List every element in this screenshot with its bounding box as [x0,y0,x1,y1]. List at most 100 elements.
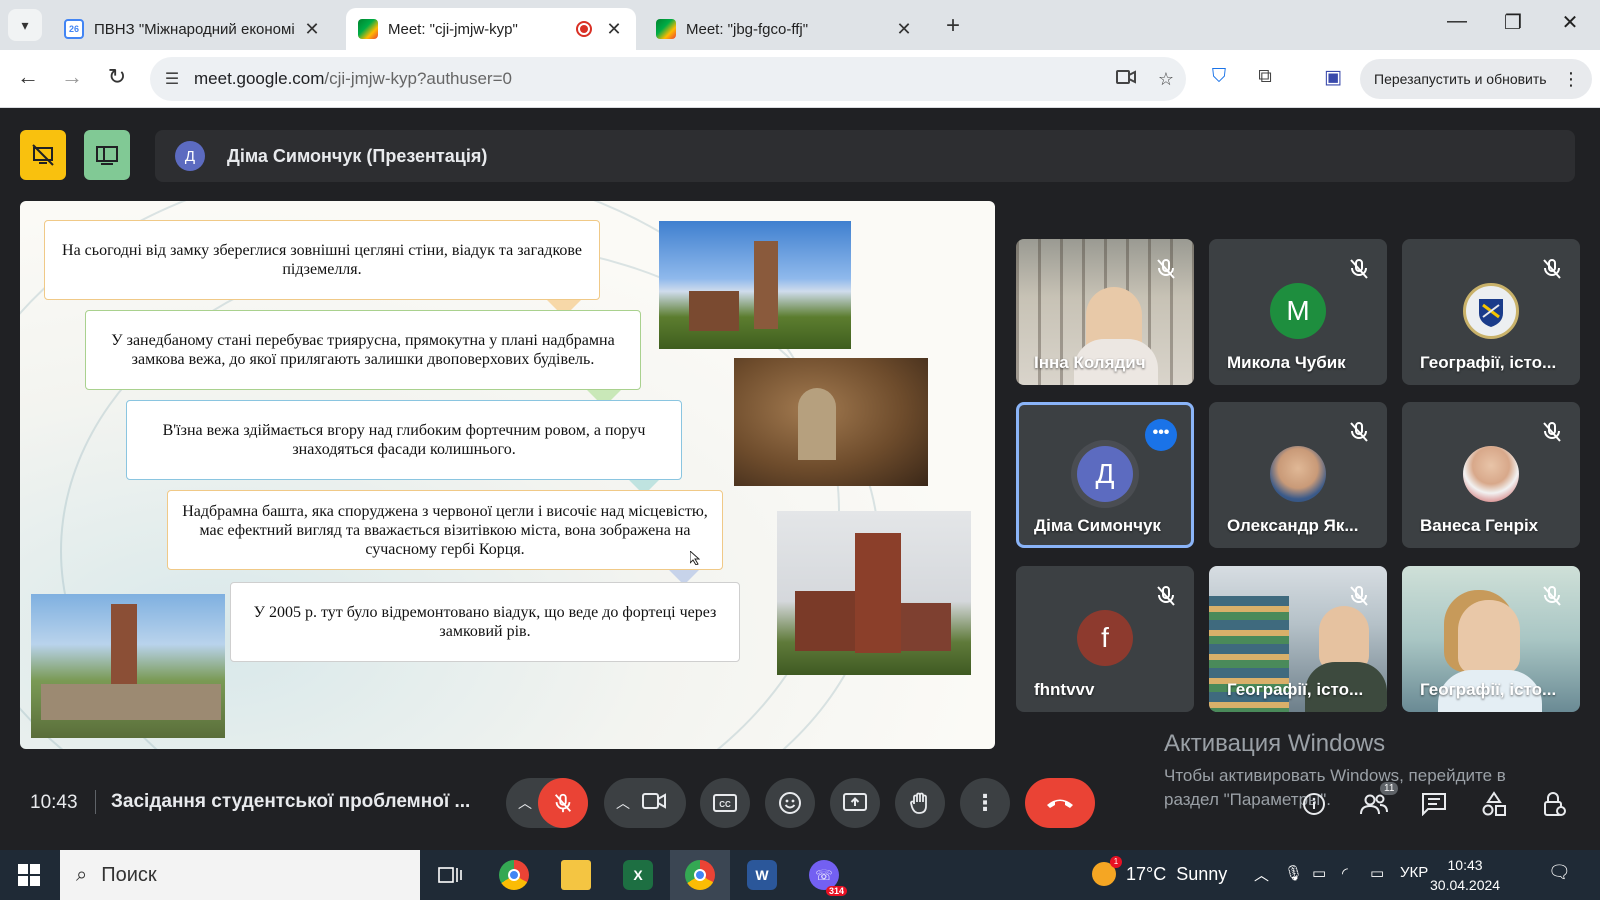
more-options-icon[interactable]: ••• [1145,419,1177,451]
presenter-avatar: Д [175,141,205,171]
participant-name: Географії, істо... [1227,680,1364,699]
clock-date: 30.04.2024 [1430,877,1501,893]
participant-name: Інна Колядич [1034,353,1146,372]
camera-toggle-button[interactable] [642,791,666,816]
emoji-icon [779,792,801,814]
network-tray-icon[interactable]: ▭ [1312,864,1326,882]
participant-tile[interactable]: Ванеса Генріх [1402,402,1580,548]
participant-tile-active[interactable]: Д ••• Діма Симончук [1016,402,1194,548]
tray-chevron-icon[interactable]: ︿ [1254,864,1269,885]
people-count-badge: 11 [1380,782,1399,795]
profile-icon[interactable]: ▣ [1318,66,1348,89]
participant-tile[interactable]: Географії, істо... [1402,566,1580,712]
viber-icon[interactable]: ☏ 314 [794,850,854,900]
tab-search-chevron-icon[interactable]: ▾ [8,9,42,41]
url-host: meet.google.com [194,69,325,88]
restore-icon[interactable]: ❐ [1490,10,1536,35]
present-screen-button[interactable] [830,778,880,828]
relaunch-update-button[interactable]: Перезапустить и обновить ⋮ [1360,59,1592,99]
presenter-label: Діма Симончук (Презентація) [227,145,488,166]
back-icon[interactable]: ← [13,64,43,90]
forward-icon[interactable]: → [57,64,87,90]
tab-calendar[interactable]: 26 ПВНЗ "Міжнародний економі ✕ [52,8,334,50]
bookmark-star-icon[interactable]: ☆ [1146,69,1186,90]
window-close-icon[interactable]: ✕ [1547,10,1593,35]
participant-name: Микола Чубик [1227,353,1346,372]
castle-tower-photo-2 [777,511,971,675]
chrome-profile-taskbar-icon[interactable] [484,850,544,900]
word-icon[interactable]: W [732,850,792,900]
meet-control-bar: 10:43 Засідання студентської проблемної … [0,750,1600,850]
castle-tower-photo-1 [659,221,851,349]
participant-tile[interactable]: Географії, істо... [1209,566,1387,712]
mic-off-icon [1543,259,1561,279]
excel-icon[interactable]: X [608,850,668,900]
slide-text-box-1: На сьогодні від замку збереглися зовнішн… [44,220,600,300]
close-icon[interactable]: ✕ [894,19,914,40]
more-options-button[interactable]: ⋮ [960,778,1010,828]
mic-off-icon [1350,422,1368,442]
participant-tile[interactable]: Інна Колядич [1016,239,1194,385]
mic-off-icon [1350,586,1368,606]
chevron-up-icon[interactable]: ︿ [518,793,532,813]
viber-badge: 314 [825,886,847,896]
chrome-icon[interactable] [670,850,730,900]
weather-widget[interactable]: 1 17°C Sunny [1092,856,1228,886]
leave-call-button[interactable] [1025,778,1095,828]
captions-button[interactable]: CC [700,778,750,828]
participant-tile[interactable]: Олександр Як... [1209,402,1387,548]
taskbar-search-box[interactable]: ⌕ Поиск [60,850,420,900]
new-tab-icon[interactable]: + [946,12,960,40]
task-view-icon[interactable] [420,850,480,900]
presenter-bar: Д Діма Симончук (Презентація) [155,130,1575,182]
chat-icon[interactable] [1416,788,1452,820]
captions-icon: CC [713,794,737,812]
wifi-icon[interactable]: ◜ [1342,864,1348,882]
windows-taskbar: ⌕ Поиск X W ☏ 314 1 17°C Sunny ︿ 🎙 ▭ ◜ ▭ … [0,850,1600,900]
reload-icon[interactable]: ↻ [102,64,132,90]
battery-icon[interactable]: ▭ [1370,864,1384,882]
meeting-info-icon[interactable] [1296,788,1332,820]
reactions-button[interactable] [765,778,815,828]
relaunch-label: Перезапустить и обновить [1374,71,1547,87]
participant-name: Олександр Як... [1227,516,1359,535]
raise-hand-button[interactable] [895,778,945,828]
participant-tile[interactable]: f fhntvvv [1016,566,1194,712]
mic-off-icon [1350,259,1368,279]
activities-icon[interactable] [1476,788,1512,820]
camera-icon[interactable] [1106,69,1146,90]
end-call-icon [1047,799,1073,808]
participant-tile[interactable]: M Микола Чубик [1209,239,1387,385]
shield-extension-icon[interactable]: ⛉ [1204,66,1234,88]
present-screen-icon [843,793,867,811]
participant-tile[interactable]: Географії, істо... [1402,239,1580,385]
close-icon[interactable]: ✕ [302,19,322,40]
tab-meet-active[interactable]: Meet: "cji-jmjw-kyp" ✕ [346,8,636,50]
meet-window: Д Діма Симончук (Презентація) На сьогодн… [0,108,1600,850]
site-settings-icon[interactable]: ☰ [150,69,194,89]
notification-icon[interactable]: 🗨 [1548,862,1571,883]
svg-text:CC: CC [719,800,731,809]
mic-toggle-button[interactable] [538,778,588,828]
calendar-icon: 26 [64,19,84,39]
stop-presenting-button[interactable] [20,130,66,180]
host-controls-lock-icon[interactable] [1536,788,1572,820]
extensions-puzzle-icon[interactable]: ⧉ [1250,66,1280,88]
windows-start-icon[interactable] [18,864,40,886]
url-path: /cji-jmjw-kyp?authuser=0 [324,69,512,88]
system-clock[interactable]: 10:43 30.04.2024 [1430,855,1500,895]
microphone-tray-icon[interactable]: 🎙 [1284,864,1303,882]
mic-off-icon [1543,586,1561,606]
url-text[interactable]: meet.google.com/cji-jmjw-kyp?authuser=0 [194,69,1106,89]
menu-dots-icon[interactable]: ⋮ [1562,69,1580,90]
file-explorer-icon[interactable] [546,850,606,900]
language-indicator[interactable]: УКР [1400,864,1428,881]
address-bar[interactable]: ☰ meet.google.com/cji-jmjw-kyp?authuser=… [150,57,1186,101]
tab-meet-2[interactable]: Meet: "jbg-fgco-ffj" ✕ [644,8,926,50]
chevron-up-icon[interactable]: ︿ [616,793,630,813]
close-icon[interactable]: ✕ [604,19,624,40]
minimize-icon[interactable]: — [1434,10,1480,33]
browser-toolbar: ← → ↻ ☰ meet.google.com/cji-jmjw-kyp?aut… [0,50,1600,108]
layout-button[interactable] [84,130,130,180]
weather-text: Sunny [1176,863,1228,884]
